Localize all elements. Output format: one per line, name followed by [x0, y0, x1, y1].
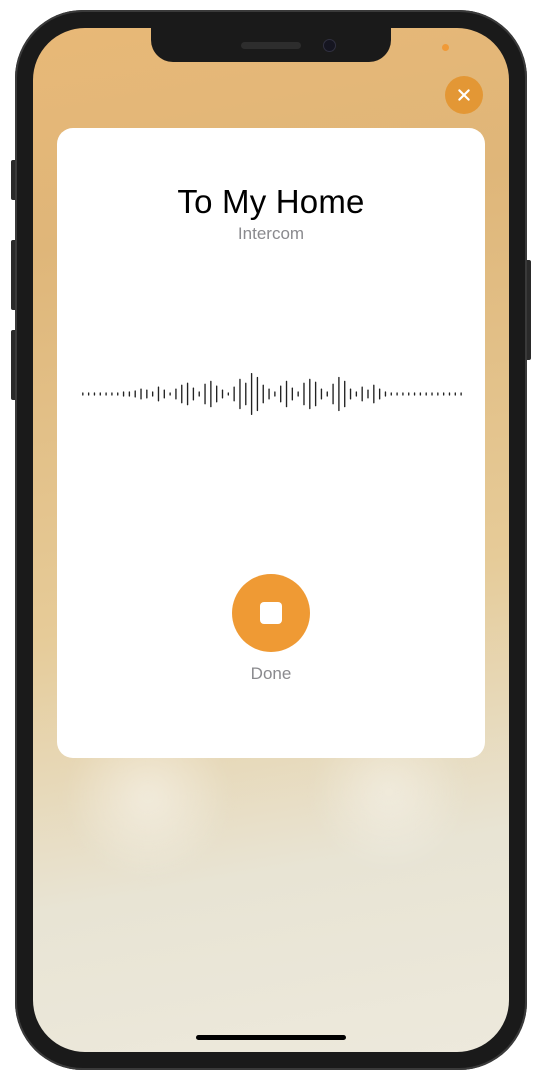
stop-record-button[interactable]: [232, 574, 310, 652]
close-button[interactable]: [445, 76, 483, 114]
volume-down-button: [11, 330, 15, 400]
done-label: Done: [251, 664, 292, 684]
speaker-grille: [241, 42, 301, 49]
audio-waveform-icon: [77, 359, 465, 429]
card-title: To My Home: [177, 183, 364, 221]
screen: To My Home Intercom: [33, 28, 509, 1052]
power-button: [527, 260, 531, 360]
intercom-card: To My Home Intercom: [57, 128, 485, 758]
home-indicator[interactable]: [196, 1035, 346, 1040]
notch: [151, 28, 391, 62]
mute-switch: [11, 160, 15, 200]
mic-recording-indicator-icon: [442, 44, 449, 51]
volume-up-button: [11, 240, 15, 310]
close-icon: [456, 87, 472, 103]
stop-icon: [260, 602, 282, 624]
phone-frame: To My Home Intercom: [15, 10, 527, 1070]
card-subtitle: Intercom: [238, 224, 304, 244]
front-camera: [323, 39, 336, 52]
